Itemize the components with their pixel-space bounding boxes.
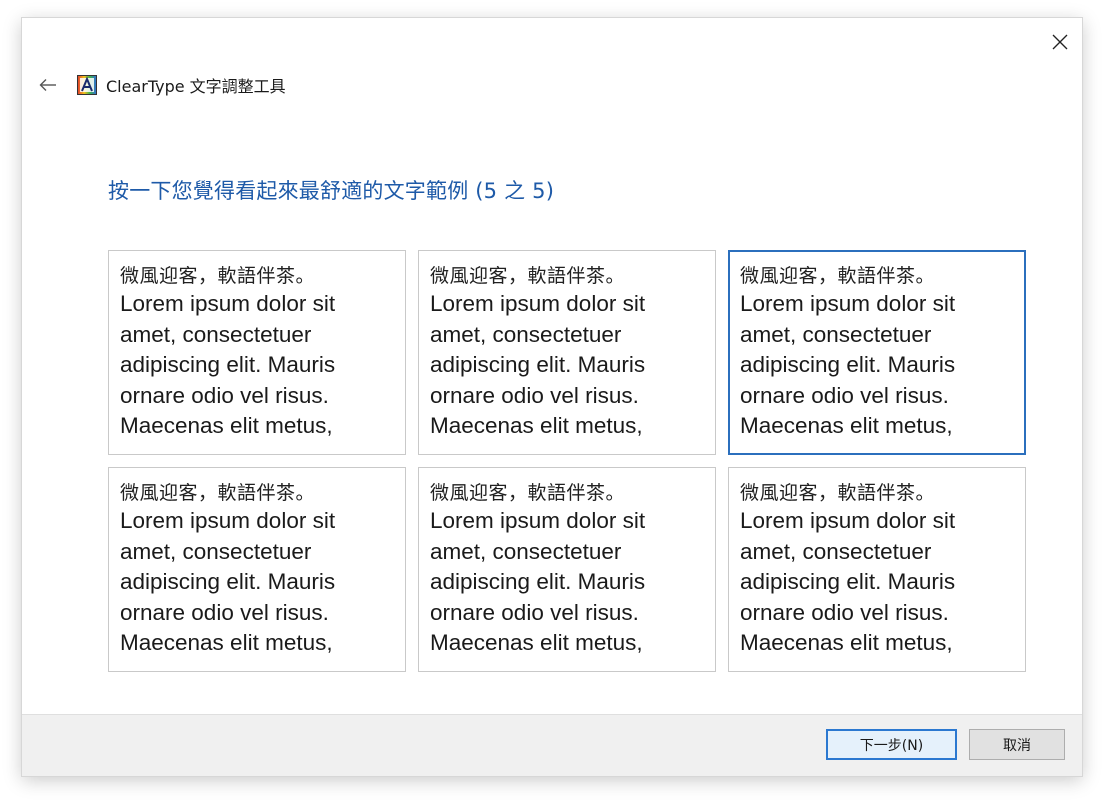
sample-latin-text: Lorem ipsum dolor sit amet, consectetuer… [740,291,956,438]
close-button[interactable] [1042,24,1078,60]
close-icon [1052,34,1068,50]
sample-grid: 微風迎客，軟語伴茶。 Lorem ipsum dolor sit amet, c… [108,250,1026,672]
sample-latin-text: Lorem ipsum dolor sit amet, consectetuer… [120,291,336,438]
dialog-footer: 下一步(N) 取消 [22,714,1082,776]
text-sample-4[interactable]: 微風迎客，軟語伴茶。 Lorem ipsum dolor sit amet, c… [108,467,406,672]
back-button[interactable] [26,70,70,100]
sample-latin-text: Lorem ipsum dolor sit amet, consectetuer… [430,508,646,655]
arrow-left-icon [39,79,56,91]
text-sample-1[interactable]: 微風迎客，軟語伴茶。 Lorem ipsum dolor sit amet, c… [108,250,406,455]
next-button[interactable]: 下一步(N) [826,729,957,760]
text-sample-2[interactable]: 微風迎客，軟語伴茶。 Lorem ipsum dolor sit amet, c… [418,250,716,455]
sample-latin-text: Lorem ipsum dolor sit amet, consectetuer… [740,508,956,655]
sample-cjk-text: 微風迎客，軟語伴茶。 [120,265,316,287]
sample-cjk-text: 微風迎客，軟語伴茶。 [120,482,316,504]
sample-latin-text: Lorem ipsum dolor sit amet, consectetuer… [120,508,336,655]
sample-cjk-text: 微風迎客，軟語伴茶。 [740,482,936,504]
text-sample-6[interactable]: 微風迎客，軟語伴茶。 Lorem ipsum dolor sit amet, c… [728,467,1026,672]
title-bar: ClearType 文字調整工具 [22,70,286,100]
sample-cjk-text: 微風迎客，軟語伴茶。 [430,482,626,504]
app-title: ClearType 文字調整工具 [106,77,286,96]
cleartype-dialog: ClearType 文字調整工具 按一下您覺得看起來最舒適的文字範例 (5 之 … [22,18,1082,776]
sample-cjk-text: 微風迎客，軟語伴茶。 [430,265,626,287]
page-heading: 按一下您覺得看起來最舒適的文字範例 (5 之 5) [108,179,555,203]
sample-cjk-text: 微風迎客，軟語伴茶。 [740,265,936,287]
cleartype-icon [76,74,98,96]
text-sample-3[interactable]: 微風迎客，軟語伴茶。 Lorem ipsum dolor sit amet, c… [728,250,1026,455]
text-sample-5[interactable]: 微風迎客，軟語伴茶。 Lorem ipsum dolor sit amet, c… [418,467,716,672]
sample-latin-text: Lorem ipsum dolor sit amet, consectetuer… [430,291,646,438]
cancel-button[interactable]: 取消 [969,729,1065,760]
